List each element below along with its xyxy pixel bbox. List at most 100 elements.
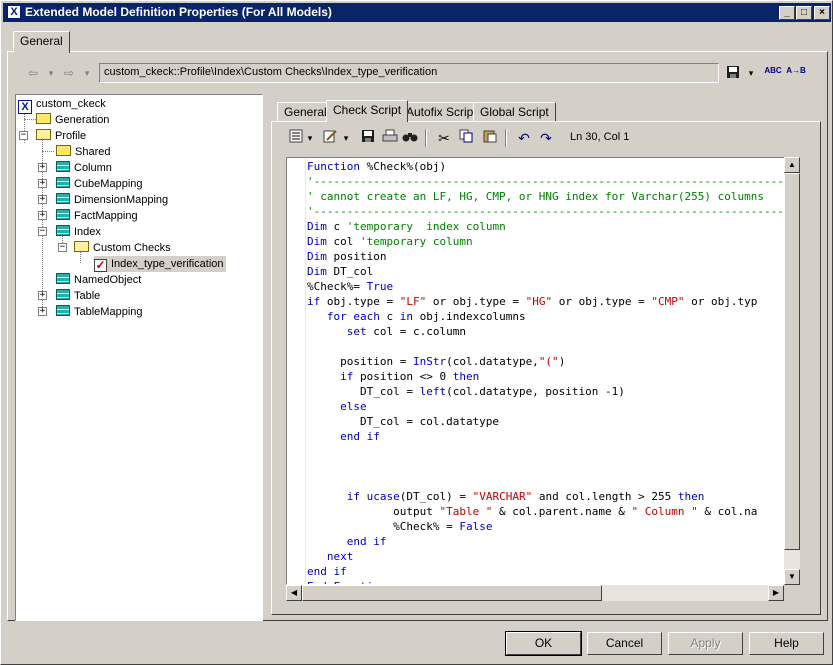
tree-item-shared[interactable]: Shared — [56, 144, 110, 160]
tree-item-label: NamedObject — [74, 274, 142, 286]
help-button[interactable]: Help — [749, 632, 824, 655]
tree-item-label: Custom Checks — [93, 242, 171, 254]
list-icon[interactable] — [287, 129, 305, 147]
close-button[interactable]: × — [814, 6, 830, 20]
tab-autofix-script[interactable]: Autofix Script — [399, 102, 484, 122]
find-replace-icon[interactable]: A→B — [785, 63, 807, 79]
find-icon[interactable] — [401, 129, 419, 147]
title-bar[interactable]: X Extended Model Definition Properties (… — [3, 3, 831, 22]
app-icon: X — [7, 5, 21, 19]
ok-button[interactable]: OK — [505, 631, 582, 656]
tree-item-custom-checks[interactable]: Custom Checks — [74, 240, 171, 256]
cut-icon[interactable]: ✂ — [435, 129, 453, 147]
expand-icon[interactable]: + — [38, 307, 47, 316]
save-dropdown-icon[interactable]: ▾ — [743, 65, 759, 81]
table-icon — [56, 273, 70, 284]
tree-item-label: Profile — [55, 130, 87, 142]
tab-autofix-script-label: Autofix Script — [406, 105, 477, 119]
tree-item-label: Table — [74, 290, 101, 302]
folder-open-icon — [36, 129, 51, 140]
code-line: Dim position — [307, 250, 387, 263]
code-line: Dim c 'temporary index column — [307, 220, 506, 233]
code-line: '---------------------------------------… — [307, 205, 798, 218]
expand-icon[interactable]: + — [38, 195, 47, 204]
code-line: set col = c.column — [346, 325, 466, 338]
code-line: Dim col 'temporary column — [307, 235, 473, 248]
tree-item-table[interactable]: Table — [56, 288, 100, 304]
tree-item-label: Generation — [55, 114, 110, 126]
horizontal-scroll-thumb[interactable] — [302, 585, 602, 601]
expand-icon[interactable]: + — [38, 179, 47, 188]
expand-icon[interactable]: + — [38, 163, 47, 172]
collapse-icon[interactable]: − — [38, 227, 47, 236]
tab-general-top[interactable]: General — [13, 31, 70, 53]
tree-item-label: Index_type_verification — [111, 258, 224, 270]
save-icon[interactable] — [725, 65, 741, 81]
horizontal-scrollbar[interactable]: ◀ ▶ — [286, 585, 784, 601]
collapse-icon[interactable]: − — [19, 131, 28, 140]
scroll-left-icon[interactable]: ◀ — [286, 585, 302, 601]
code-line: output "Table " & col.parent.name & " Co… — [307, 505, 758, 518]
script-editor[interactable]: Function %Check%(obj) '------------------… — [286, 157, 799, 585]
model-icon: X — [18, 100, 32, 114]
folder-open-icon — [74, 241, 89, 252]
scroll-up-icon[interactable]: ▲ — [784, 157, 800, 173]
list-dropdown-icon[interactable]: ▾ — [305, 129, 315, 147]
scroll-right-icon[interactable]: ▶ — [768, 585, 784, 601]
tree-item-index[interactable]: Index — [56, 224, 101, 240]
tree-item-namedobject[interactable]: NamedObject — [56, 272, 141, 288]
tab-check-script[interactable]: Check Script — [326, 100, 409, 122]
tree-item-column[interactable]: Column — [56, 160, 112, 176]
tree-item-factmapping[interactable]: FactMapping — [56, 208, 138, 224]
vertical-scrollbar[interactable]: ▲ ▼ — [784, 157, 800, 585]
table-icon — [56, 305, 70, 316]
code-line: Function %Check%(obj) — [307, 160, 447, 173]
tab-check-script-label: Check Script — [333, 103, 402, 117]
maximize-button[interactable]: □ — [796, 6, 812, 20]
cancel-button[interactable]: Cancel — [587, 632, 662, 655]
edit-dropdown-icon[interactable]: ▾ — [341, 129, 351, 147]
tree-item-profile[interactable]: Profile — [36, 128, 86, 144]
forward-arrow-icon[interactable]: ⇨ — [61, 65, 77, 81]
code-line: DT_col = left(col.datatype, position -1) — [307, 385, 625, 398]
redo-icon[interactable]: ↷ — [537, 129, 555, 147]
table-icon — [56, 289, 70, 300]
minimize-button[interactable]: _ — [779, 6, 795, 20]
tree-item-label: FactMapping — [74, 210, 138, 222]
print-icon[interactable] — [381, 129, 399, 147]
tab-general-label: General — [284, 105, 327, 119]
definition-tree[interactable]: Xcustom_ckeck Generation − Profile Share… — [15, 94, 263, 621]
copy-icon[interactable] — [457, 129, 475, 147]
tree-item-tablemapping[interactable]: TableMapping — [56, 304, 143, 320]
toolbar-separator — [505, 129, 507, 147]
code-line: end if — [346, 535, 387, 548]
object-path-field[interactable]: custom_ckeck::Profile\Index\Custom Check… — [99, 63, 719, 83]
save-script-icon[interactable] — [359, 129, 377, 147]
apply-button[interactable]: Apply — [668, 632, 743, 655]
spell-check-icon[interactable]: ABC — [763, 63, 783, 79]
forward-dropdown-icon[interactable]: ▾ — [79, 65, 95, 81]
code-line: %Check%= True — [307, 280, 394, 293]
code-line: Dim DT_col — [307, 265, 374, 278]
back-arrow-icon[interactable]: ⇦ — [25, 65, 41, 81]
tree-item-generation[interactable]: Generation — [36, 112, 109, 128]
code-line: if position <> 0 then — [340, 370, 480, 383]
expand-icon[interactable]: + — [38, 211, 47, 220]
window-title: Extended Model Definition Properties (Fo… — [25, 5, 332, 19]
tab-global-script[interactable]: Global Script — [473, 102, 556, 122]
collapse-icon[interactable]: − — [58, 243, 67, 252]
edit-icon[interactable] — [321, 129, 339, 147]
tree-item-dimensionmapping[interactable]: DimensionMapping — [56, 192, 168, 208]
editor-gutter — [287, 158, 306, 584]
tree-item-cubemapping[interactable]: CubeMapping — [56, 176, 143, 192]
tree-item-model[interactable]: Xcustom_ckeck — [18, 96, 106, 114]
tree-item-index-type-verification[interactable]: ✓ Index_type_verification — [94, 256, 226, 272]
vertical-scroll-thumb[interactable] — [784, 173, 800, 550]
expand-icon[interactable]: + — [38, 291, 47, 300]
code-line: end if — [340, 430, 380, 443]
undo-icon[interactable]: ↶ — [515, 129, 533, 147]
scroll-down-icon[interactable]: ▼ — [784, 569, 800, 585]
back-dropdown-icon[interactable]: ▾ — [43, 65, 59, 81]
code-line: DT_col = col.datatype — [307, 415, 500, 428]
paste-icon[interactable] — [481, 129, 499, 147]
